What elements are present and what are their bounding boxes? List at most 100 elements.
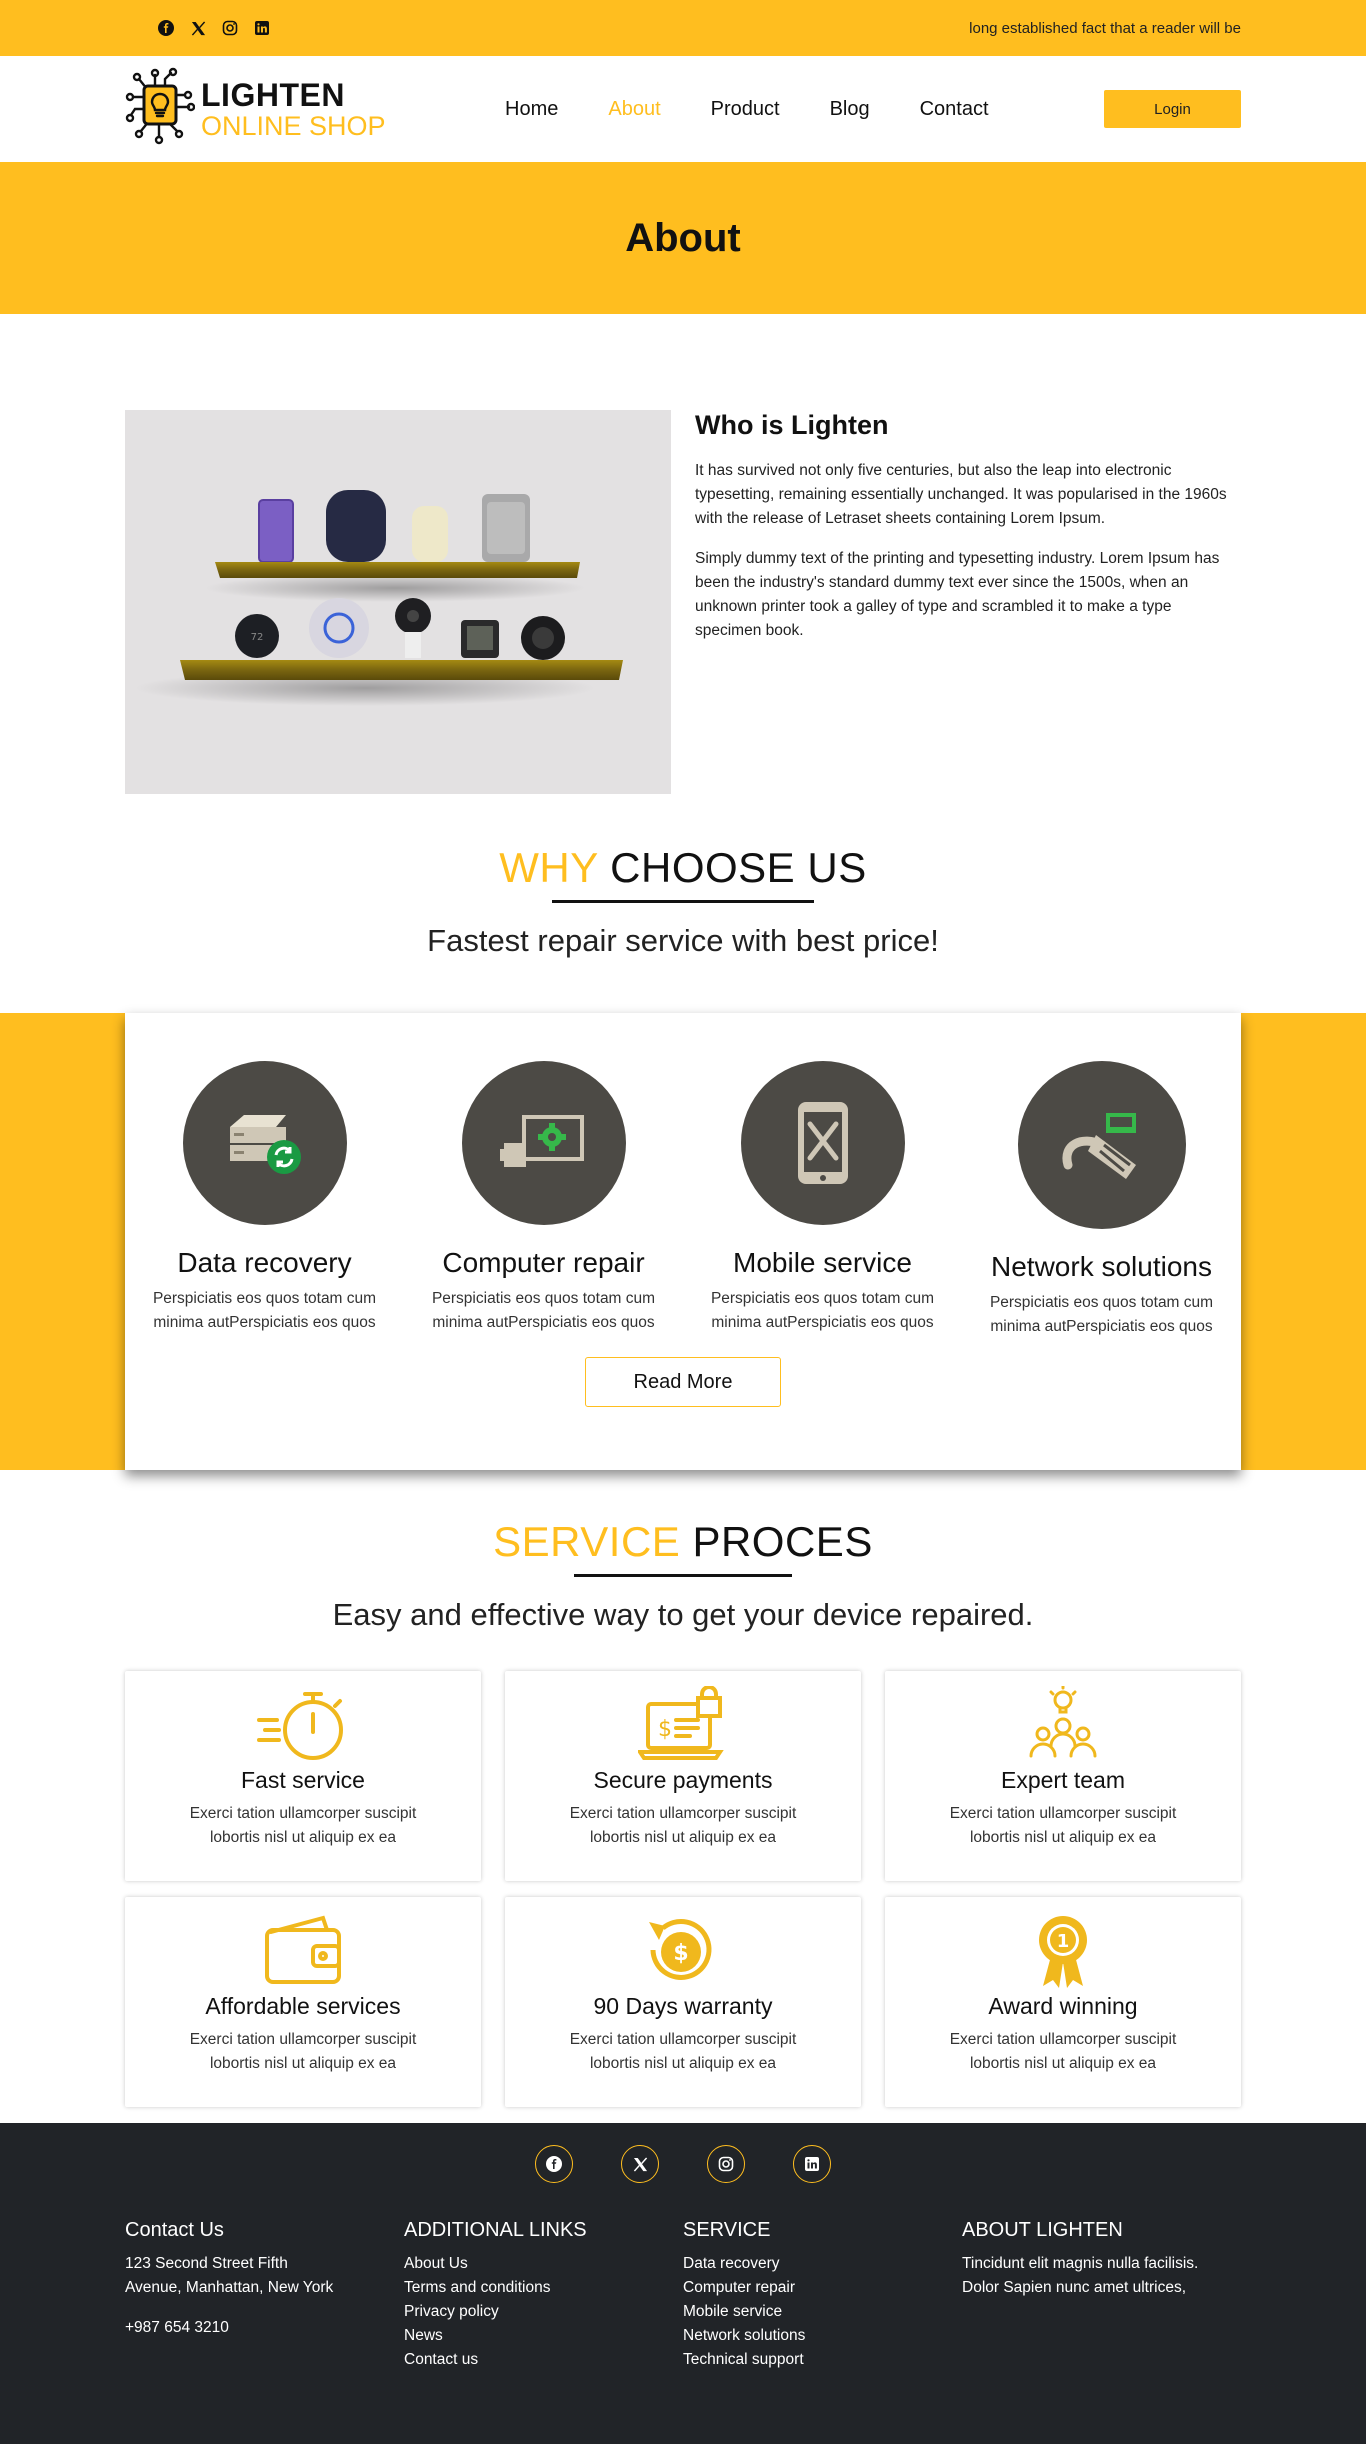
site-header: LIGHTEN ONLINE SHOP Home About Product B… [0,56,1366,162]
footer-phone[interactable]: +987 654 3210 [125,2316,404,2340]
service-process-section: SERVICE PROCES Easy and effective way to… [0,1470,1366,2107]
about-text: Who is Lighten It has survived not only … [695,410,1241,794]
why-item-title: Data recovery [177,1247,352,1278]
why-item-text: Perspiciatis eos quos totam cum minima a… [152,1290,377,1331]
why-item-text: Perspiciatis eos quos totam cum minima a… [989,1294,1214,1335]
nav-blog[interactable]: Blog [830,98,870,121]
svg-text:1: 1 [1057,1931,1070,1952]
main-nav: Home About Product Blog Contact [505,98,1039,121]
footer-link-news[interactable]: News [404,2324,683,2348]
footer-links-heading: ADDITIONAL LINKS [404,2219,587,2241]
footer-service: SERVICE Data recovery Computer repair Mo… [683,2219,962,2372]
footer-link-terms[interactable]: Terms and conditions [404,2276,683,2300]
footer-about-heading: ABOUT LIGHTEN [962,2219,1123,2241]
login-button[interactable]: Login [1104,90,1241,128]
facebook-icon[interactable] [535,2145,573,2183]
process-subtitle: Easy and effective way to get your devic… [332,1597,1034,1632]
process-card: $ Secure payments Exerci tation ullamcor… [505,1671,861,1881]
process-card: Expert team Exerci tation ullamcorper su… [885,1671,1241,1881]
about-paragraph-2: Simply dummy text of the printing and ty… [695,550,1220,639]
footer-contact: Contact Us 123 Second Street Fifth Avenu… [125,2219,404,2372]
why-band: Data recovery Perspiciatis eos quos tota… [0,1013,1366,1470]
why-title-accent: WHY [499,844,598,891]
why-item-title: Mobile service [733,1247,912,1278]
svg-text:72: 72 [251,632,264,643]
nav-product[interactable]: Product [711,98,780,121]
footer-address: 123 Second Street Fifth Avenue, Manhatta… [125,2255,334,2296]
footer-service-item[interactable]: Technical support [683,2348,962,2372]
process-card-title: Expert team [1001,1767,1125,1793]
footer-links: ADDITIONAL LINKS About Us Terms and cond… [404,2219,683,2372]
footer-service-heading: SERVICE [683,2219,771,2241]
nav-contact[interactable]: Contact [920,98,989,121]
top-bar: long established fact that a reader will… [0,0,1366,56]
process-card-text: Exerci tation ullamcorper suscipit lobor… [569,2031,797,2072]
process-card: Affordable services Exerci tation ullamc… [125,1897,481,2107]
network-solutions-icon [1017,1061,1186,1229]
footer-service-item[interactable]: Data recovery [683,2252,962,2276]
facebook-icon[interactable] [157,19,175,37]
expert-team-icon [885,1685,1241,1765]
process-card-text: Exerci tation ullamcorper suscipit lobor… [949,1805,1177,1846]
about-paragraph-1: It has survived not only five centuries,… [695,462,1227,527]
page-hero: About [0,162,1366,314]
computer-repair-icon [461,1061,626,1225]
why-item: Computer repair Perspiciatis eos quos to… [404,1061,683,1339]
footer-social-links [0,2123,1366,2183]
process-card-text: Exerci tation ullamcorper suscipit lobor… [949,2031,1177,2072]
process-card: 1 Award winning Exerci tation ullamcorpe… [885,1897,1241,2107]
process-card: Fast service Exerci tation ullamcorper s… [125,1671,481,1881]
site-footer: Contact Us 123 Second Street Fifth Avenu… [0,2123,1366,2444]
footer-link-about[interactable]: About Us [404,2252,683,2276]
brand-name: LIGHTEN [201,76,345,113]
why-item-text: Perspiciatis eos quos totam cum minima a… [431,1290,656,1331]
why-item: Mobile service Perspiciatis eos quos tot… [683,1061,962,1339]
footer-service-item[interactable]: Mobile service [683,2300,962,2324]
why-choose-section: WHY CHOOSE US Fastest repair service wit… [0,794,1366,1470]
about-heading: Who is Lighten [695,410,889,440]
process-card-title: Affordable services [205,1993,401,2019]
process-title: SERVICE PROCES [0,1518,1366,1566]
nav-about[interactable]: About [608,98,660,121]
process-divider [574,1574,792,1577]
process-card-text: Exerci tation ullamcorper suscipit lobor… [189,1805,417,1846]
about-section: 72 Who is Lighten It has survived not on… [0,314,1366,794]
wallet-icon [125,1911,481,1991]
process-card-title: Award winning [988,1993,1138,2019]
footer-link-contact[interactable]: Contact us [404,2348,683,2372]
why-card: Data recovery Perspiciatis eos quos tota… [125,1013,1241,1470]
footer-link-privacy[interactable]: Privacy policy [404,2300,683,2324]
brand-logo[interactable]: LIGHTEN ONLINE SHOP [125,67,505,152]
read-more-button[interactable]: Read More [585,1357,781,1407]
brand-tagline: ONLINE SHOP [201,110,386,141]
why-subtitle: Fastest repair service with best price! [427,923,939,958]
instagram-icon[interactable] [221,19,239,37]
nav-home[interactable]: Home [505,98,558,121]
why-item: Data recovery Perspiciatis eos quos tota… [125,1061,404,1339]
instagram-icon[interactable] [707,2145,745,2183]
why-title-rest: CHOOSE US [598,844,867,891]
linkedin-icon[interactable] [793,2145,831,2183]
footer-contact-heading: Contact Us [125,2219,224,2241]
why-item-title: Computer repair [442,1247,645,1278]
why-item-title: Network solutions [991,1251,1212,1282]
top-marquee-text: long established fact that a reader will… [969,19,1241,37]
svg-text:$: $ [658,1717,672,1742]
x-twitter-icon[interactable] [189,19,207,37]
footer-service-item[interactable]: Network solutions [683,2324,962,2348]
x-twitter-icon[interactable] [621,2145,659,2183]
footer-service-item[interactable]: Computer repair [683,2276,962,2300]
process-title-accent: SERVICE [493,1518,681,1565]
mobile-service-icon [740,1061,905,1225]
shelf-devices-image: 72 [125,410,671,794]
process-card-title: Secure payments [593,1767,773,1793]
chip-logo-icon [125,67,196,152]
stopwatch-icon [125,1685,481,1765]
data-recovery-icon [182,1061,347,1225]
linkedin-icon[interactable] [253,19,271,37]
page-title: About [625,215,741,260]
footer-about: ABOUT LIGHTEN Tincidunt elit magnis null… [962,2219,1241,2372]
secure-payment-icon: $ [505,1685,861,1765]
process-card-title: 90 Days warranty [593,1993,773,2019]
top-social-links [157,19,271,37]
